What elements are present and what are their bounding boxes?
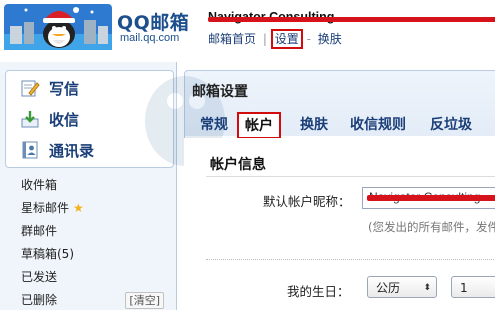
logo-text: QQ邮箱 <box>117 12 190 34</box>
folder-deleted[interactable]: 已删除 [清空] <box>5 289 172 312</box>
compose-label: 写信 <box>49 79 80 98</box>
field-divider <box>206 259 495 260</box>
tab-skin[interactable]: 换肤 <box>300 112 328 138</box>
birthday-day-select[interactable]: 1 <box>451 276 495 298</box>
select-arrows-icon: ⬍ <box>423 283 431 293</box>
tab-mail-rules[interactable]: 收信规则 <box>350 112 406 138</box>
folder-inbox[interactable]: 收件箱 <box>5 174 172 197</box>
qq-mail-logo[interactable] <box>4 4 112 50</box>
folder-label: 已发送 <box>21 270 58 284</box>
folder-label: 草稿箱(5) <box>21 247 74 261</box>
folder-label: 群邮件 <box>21 224 58 238</box>
tab-general[interactable]: 常规 <box>200 112 228 138</box>
folder-sent[interactable]: 已发送 <box>5 266 172 289</box>
folder-group-mail[interactable]: 群邮件 <box>5 220 172 243</box>
account-redaction-mark <box>208 17 495 22</box>
section-title: 帐户信息 <box>210 157 266 173</box>
contacts-button[interactable]: 通讯录 <box>20 137 94 163</box>
folder-list: 收件箱 星标邮件 ★ 群邮件 草稿箱(5) 已发送 已删除 [清空] <box>5 174 172 312</box>
page-title: 邮箱设置 <box>192 84 248 100</box>
logo-domain: mail.qq.com <box>120 32 180 44</box>
tab-account[interactable]: 帐户 <box>237 112 281 139</box>
nav-separator: | <box>262 32 267 46</box>
folder-starred[interactable]: 星标邮件 ★ <box>5 197 172 220</box>
nav-skin-link[interactable]: 换肤 <box>318 32 342 46</box>
pencil-icon <box>20 78 40 98</box>
nav-separator: - <box>306 32 311 46</box>
nav-home-link[interactable]: 邮箱首页 <box>208 32 256 46</box>
section-divider <box>206 176 495 177</box>
nav-settings-link[interactable]: 设置 <box>270 29 303 49</box>
nickname-redaction-mark <box>367 195 495 201</box>
star-icon: ★ <box>73 201 84 215</box>
nickname-hint: (您发出的所有邮件，发件 <box>368 220 495 234</box>
receive-label: 收信 <box>49 110 80 129</box>
tab-anti-spam[interactable]: 反垃圾 <box>430 112 472 138</box>
birthday-day-value: 1 <box>460 281 468 295</box>
calendar-type-select[interactable]: 公历 ⬍ <box>367 276 437 298</box>
folder-label: 已删除 <box>21 293 58 307</box>
address-book-icon <box>20 140 40 160</box>
inbox-download-icon <box>20 109 40 129</box>
calendar-type-value: 公历 <box>376 281 401 295</box>
birthday-label: 我的生日： <box>287 284 350 299</box>
compose-button[interactable]: 写信 <box>20 75 79 101</box>
contacts-label: 通讯录 <box>49 141 95 160</box>
empty-trash-button[interactable]: [清空] <box>125 292 164 309</box>
top-nav: 邮箱首页 | 设置 - 换肤 <box>208 29 342 49</box>
nickname-field[interactable]: Navigator Consulting <box>362 187 495 209</box>
settings-tabs: 常规 帐户 换肤 收信规则 反垃圾 <box>178 112 495 139</box>
main-panel: 邮箱设置 常规 帐户 换肤 收信规则 反垃圾 <box>145 62 495 318</box>
receive-button[interactable]: 收信 <box>20 106 79 132</box>
folder-label: 收件箱 <box>21 178 58 192</box>
nickname-label: 默认帐户昵称： <box>263 194 351 209</box>
folder-drafts[interactable]: 草稿箱(5) <box>5 243 172 266</box>
folder-label: 星标邮件 <box>21 201 70 215</box>
